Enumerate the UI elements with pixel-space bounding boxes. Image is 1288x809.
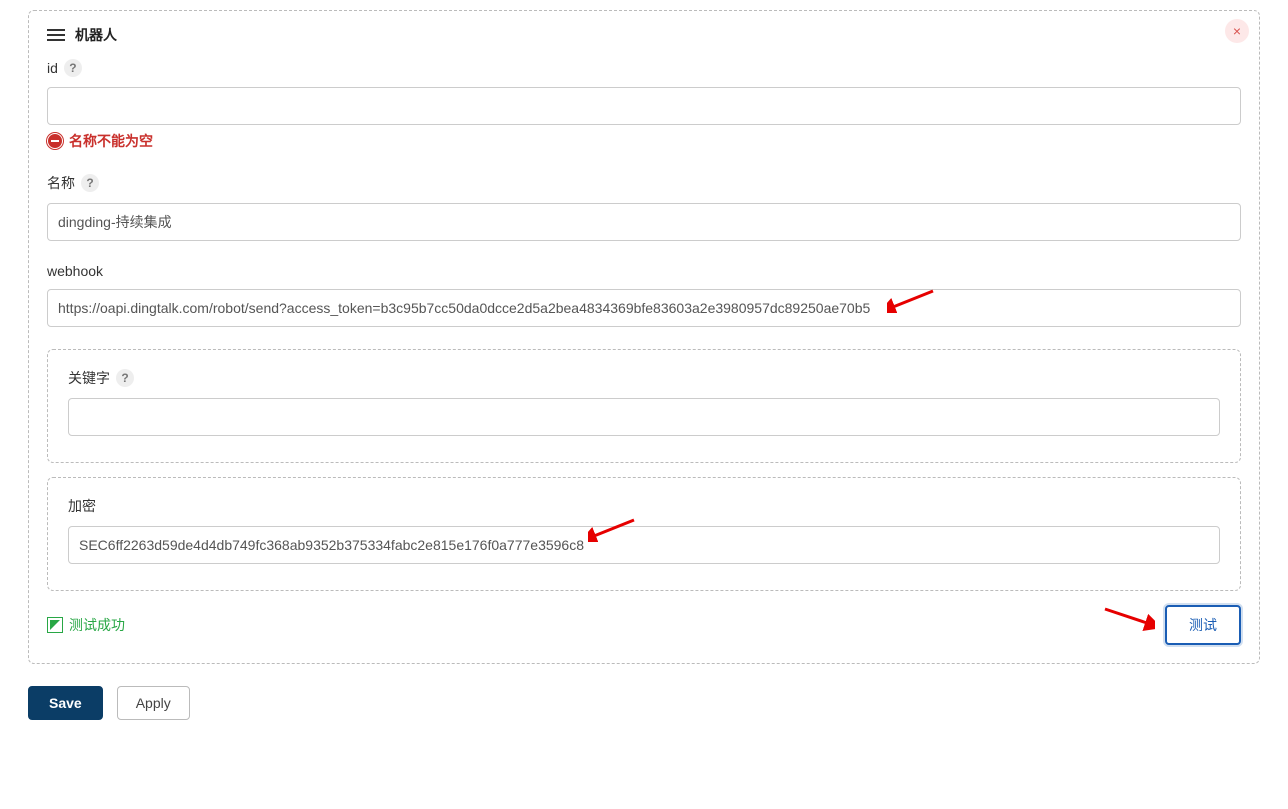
help-icon[interactable]: ? (81, 174, 99, 192)
webhook-input[interactable] (47, 289, 1241, 327)
field-webhook: webhook (47, 263, 1241, 327)
field-id: id ? 名称不能为空 (47, 59, 1241, 151)
webhook-label: webhook (47, 263, 103, 279)
panel-footer: 测试成功 测试 (47, 605, 1241, 645)
annotation-arrow-icon (1101, 605, 1155, 631)
drag-handle-icon[interactable] (47, 28, 65, 42)
keyword-section: 关键字 ? (47, 349, 1241, 463)
close-button[interactable]: × (1225, 19, 1249, 43)
name-input[interactable] (47, 203, 1241, 241)
test-success-text: 测试成功 (69, 615, 125, 635)
panel-title: 机器人 (75, 25, 117, 45)
keyword-label: 关键字 (68, 368, 110, 388)
id-input[interactable] (47, 87, 1241, 125)
test-button[interactable]: 测试 (1165, 605, 1241, 645)
field-name: 名称 ? (47, 173, 1241, 241)
panel-header: 机器人 (47, 25, 1241, 45)
field-secret: 加密 (68, 496, 1220, 564)
save-button[interactable]: Save (28, 686, 103, 720)
secret-label: 加密 (68, 496, 96, 516)
help-icon[interactable]: ? (64, 59, 82, 77)
image-icon (47, 617, 63, 633)
bottom-action-bar: Save Apply (28, 686, 1260, 720)
apply-button[interactable]: Apply (117, 686, 190, 720)
field-keyword: 关键字 ? (68, 368, 1220, 436)
close-icon: × (1233, 24, 1241, 38)
test-success-status: 测试成功 (47, 615, 125, 635)
help-icon[interactable]: ? (116, 369, 134, 387)
secret-section: 加密 (47, 477, 1241, 591)
name-label: 名称 (47, 173, 75, 193)
id-label: id (47, 60, 58, 76)
id-error-text: 名称不能为空 (69, 131, 153, 151)
id-error: 名称不能为空 (47, 131, 1241, 151)
robot-config-panel: 机器人 × id ? 名称不能为空 名称 ? (28, 10, 1260, 664)
keyword-input[interactable] (68, 398, 1220, 436)
secret-input[interactable] (68, 526, 1220, 564)
error-icon (47, 133, 63, 149)
